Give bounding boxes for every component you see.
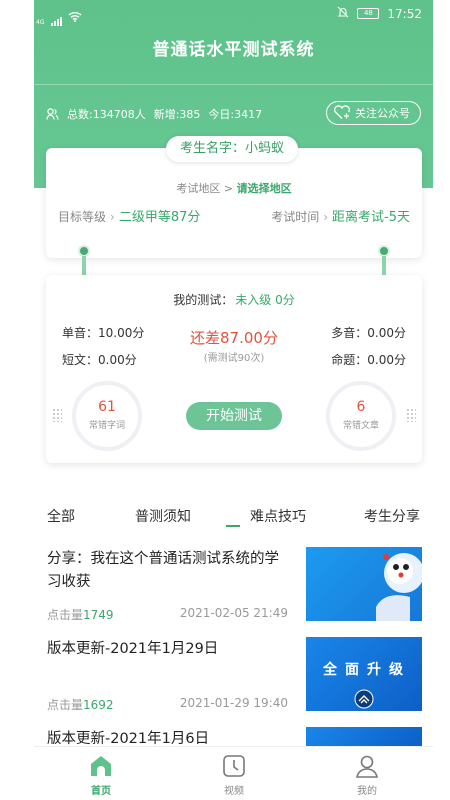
- nav-video-label: 视频: [224, 786, 244, 797]
- my-test-card: 我的测试： 未入级 0分 单音：10.00分 短文：0.00分 多音：0.00分 …: [46, 275, 422, 463]
- upgrade-badge-icon: [354, 689, 374, 709]
- clicks-label: 点击量: [47, 608, 84, 622]
- header-divider: [34, 84, 433, 85]
- candidate-name[interactable]: 考生名字：小蚂蚁: [166, 136, 299, 162]
- article-clicks: 点击量1749: [47, 606, 114, 623]
- article-title: 分享：我在这个普通话测试系统的学习收获: [47, 551, 279, 590]
- level-label: 目标等级: [58, 210, 107, 224]
- bottom-navigation: 首页 视频 我的: [34, 746, 433, 800]
- region-prefix: 考试地区 >: [176, 182, 237, 195]
- profile-card: 考生名字：小蚂蚁 考试地区 > 请选择地区 目标等级 › 二级甲等87分 考试时间 ›…: [46, 136, 422, 258]
- heart-plus-icon: [333, 104, 351, 123]
- article-date: 2021-01-29 19:40: [179, 696, 288, 710]
- article-thumbnail: [306, 547, 422, 621]
- status-right: 48 17:52: [337, 6, 422, 21]
- follow-label: 关注公众号: [355, 107, 410, 120]
- tab-notice[interactable]: 普测须知: [135, 506, 191, 526]
- nav-video[interactable]: 视频: [204, 753, 264, 797]
- my-test-label: 我的测试：: [173, 293, 234, 307]
- clicks-count: 1692: [83, 698, 114, 712]
- clock: 17:52: [387, 6, 422, 21]
- stat-today: 今日:3417: [208, 108, 263, 121]
- article-title: 版本更新-2021年1月29日: [47, 641, 219, 657]
- wrong-articles-label: 常错文章: [342, 421, 379, 431]
- chevron-right-icon: ›: [323, 210, 329, 224]
- level-value: 二级甲等87分: [118, 210, 201, 225]
- score-gap: 还差87.00分: [190, 329, 278, 347]
- users-icon: [46, 108, 59, 120]
- time-value: 距离考试-5天: [332, 210, 410, 225]
- drag-handle-icon: [406, 408, 416, 422]
- start-test-button[interactable]: 开始测试: [186, 402, 282, 430]
- tab-tips[interactable]: 难点技巧: [250, 506, 306, 526]
- app-title: 普通话水平测试系统: [152, 40, 315, 60]
- signal-indicators: 4G: [36, 7, 82, 26]
- article-thumbnail: 全面升级: [306, 637, 422, 711]
- wrong-words-label: 常错字词: [88, 421, 125, 431]
- my-test-level: 未入级 0分: [235, 293, 295, 307]
- tab-share[interactable]: 考生分享: [364, 506, 420, 526]
- home-icon: [88, 753, 114, 779]
- clicks-label: 点击量: [47, 698, 84, 712]
- region-selector[interactable]: 考试地区 > 请选择地区: [46, 180, 422, 196]
- nav-mine-label: 我的: [357, 786, 377, 797]
- wrong-words-count: 61: [98, 399, 116, 415]
- user-icon: [354, 753, 380, 779]
- time-label: 考试时间: [271, 210, 320, 224]
- region-value: 请选择地区: [236, 182, 292, 195]
- tab-all[interactable]: 全部: [47, 506, 75, 526]
- nav-home[interactable]: 首页: [71, 753, 131, 797]
- signal-icon: [51, 17, 63, 26]
- chevron-right-icon: ›: [110, 210, 115, 224]
- network-type: 4G: [36, 19, 45, 26]
- stat-total: 总数:134708人: [67, 108, 146, 121]
- drag-handle-icon: [52, 408, 62, 422]
- cartoon-robot-image: [376, 553, 422, 621]
- exam-time[interactable]: 考试时间 › 距离考试-5天: [271, 206, 410, 225]
- thumb-text: 全面升级: [323, 662, 411, 678]
- nav-mine[interactable]: 我的: [337, 753, 397, 797]
- wrong-articles-count: 6: [356, 399, 366, 415]
- tab-indicator: [226, 525, 240, 527]
- battery-icon: 48: [357, 8, 380, 19]
- stat-new: 新增:385: [153, 108, 201, 121]
- mute-icon: [337, 6, 349, 21]
- clicks-count: 1749: [83, 608, 114, 622]
- category-tabs: 全部 普测须知 难点技巧 考生分享: [0, 506, 450, 530]
- wrong-words-ring[interactable]: 61 常错字词: [72, 381, 142, 451]
- article-clicks: 点击量1692: [47, 696, 114, 713]
- nav-home-label: 首页: [91, 786, 111, 797]
- my-test-title: 我的测试： 未入级 0分: [46, 291, 422, 308]
- user-stats: 总数:134708人 新增:385 今日:3417: [46, 106, 262, 122]
- wifi-icon: [68, 7, 82, 26]
- tests-needed: (需测试90次): [203, 353, 265, 364]
- article-thumbnail: [306, 727, 422, 748]
- target-level[interactable]: 目标等级 › 二级甲等87分: [58, 206, 200, 225]
- follow-account-button[interactable]: 关注公众号: [326, 101, 421, 125]
- clock-icon: [221, 753, 247, 779]
- wrong-articles-ring[interactable]: 6 常错文章: [326, 381, 396, 451]
- article-date: 2021-02-05 21:49: [179, 606, 288, 620]
